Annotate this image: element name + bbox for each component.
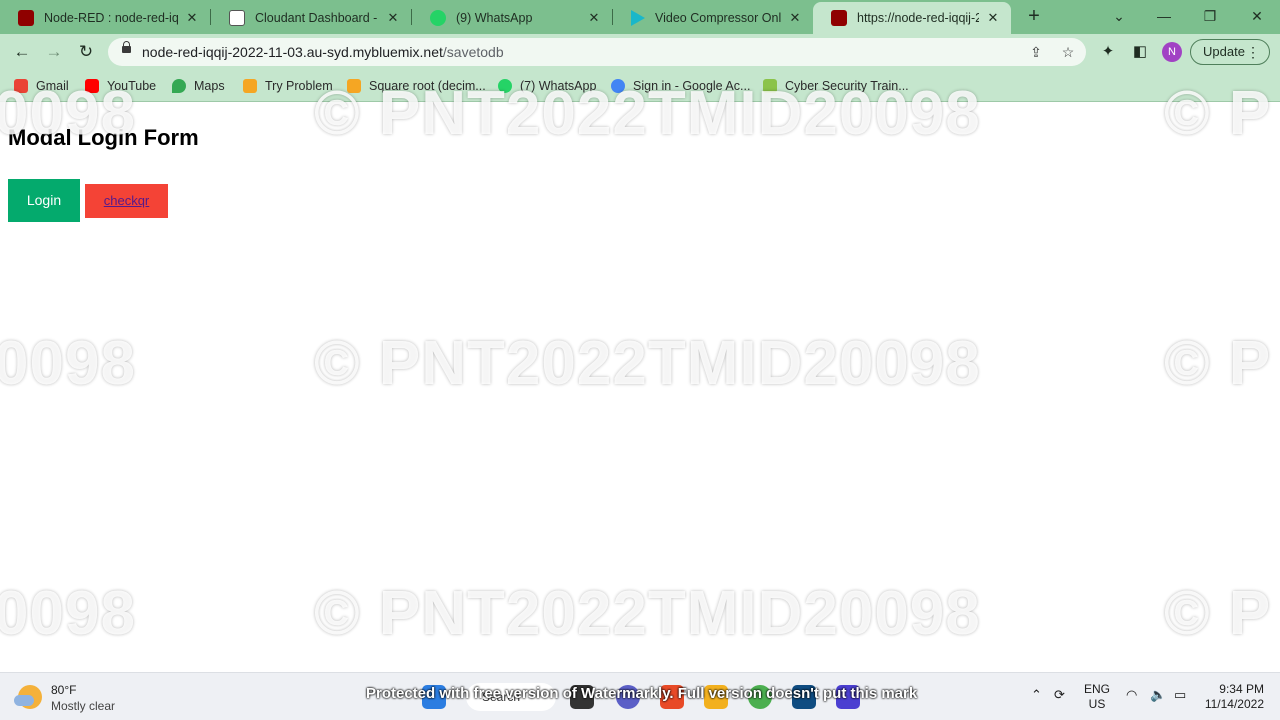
language-indicator[interactable]: ENG US: [1084, 682, 1110, 712]
tab-strip: Node-RED : node-red-iqq ✕ Cloudant Dashb…: [0, 0, 1280, 34]
volume-icon[interactable]: 🔈: [1150, 687, 1166, 703]
wifi-icon[interactable]: ◠: [1126, 687, 1137, 703]
url-path: /savetodb: [442, 44, 504, 60]
play-icon: [631, 10, 645, 26]
close-icon[interactable]: ✕: [787, 10, 803, 26]
watermark: © PNT2022TMID20098: [314, 79, 981, 148]
clock-date: 11/14/2022: [1204, 697, 1264, 711]
watermark-fragment: © P: [1164, 79, 1272, 148]
restore-button[interactable]: ❐: [1198, 5, 1222, 29]
bookmark-star-icon[interactable]: ☆: [1057, 41, 1079, 63]
forward-button[interactable]: →: [42, 40, 66, 64]
watermark: © PNT2022TMID20098: [314, 329, 981, 398]
chevron-up-icon[interactable]: ⌃: [1031, 687, 1042, 703]
clock[interactable]: 9:34 PM 11/14/2022: [1200, 682, 1264, 712]
watermark-fragment: © P: [1164, 579, 1272, 648]
bookmark-maps[interactable]: Maps: [172, 77, 225, 95]
minimize-button[interactable]: —: [1152, 5, 1176, 29]
browser-toolbar: ← → ↻ node-red-iqqij-2022-11-03.au-syd.m…: [0, 34, 1280, 70]
tab-title: Video Compressor Online: [655, 11, 781, 25]
url-host: node-red-iqqij-2022-11-03.au-syd.mybluem…: [142, 44, 443, 60]
maps-icon: [172, 79, 186, 93]
watermark: © PNT2022TMID20098: [314, 579, 981, 648]
weather-condition[interactable]: Mostly clear: [51, 699, 115, 713]
menu-icon: ⋮: [1246, 44, 1260, 60]
whatsapp-icon: [430, 10, 446, 26]
lock-icon[interactable]: [122, 41, 131, 53]
avatar[interactable]: N: [1162, 42, 1182, 62]
watermark-fragment: 0098: [0, 329, 136, 398]
tab-title: Node-RED : node-red-iqq: [44, 11, 178, 25]
watermark-fragment: 0098: [0, 579, 136, 648]
reload-button[interactable]: ↻: [74, 40, 98, 64]
tab-whatsapp[interactable]: (9) WhatsApp ✕: [412, 2, 612, 34]
tab-active-node-red[interactable]: https://node-red-iqqij-20 ✕: [813, 2, 1011, 34]
close-icon[interactable]: ✕: [985, 10, 1001, 26]
node-red-icon: [831, 10, 847, 26]
checkqr-link[interactable]: checkqr: [104, 193, 150, 208]
new-tab-button[interactable]: +: [1022, 5, 1046, 29]
close-icon[interactable]: ✕: [586, 10, 602, 26]
tab-title: Cloudant Dashboard - da: [255, 11, 379, 25]
cloudant-icon: [229, 10, 245, 26]
side-panel-icon[interactable]: ◧: [1128, 40, 1152, 64]
watermark-fragment: 0098: [0, 79, 136, 148]
watermark-fragment: © P: [1164, 329, 1272, 398]
extensions-icon[interactable]: ✦: [1096, 40, 1120, 64]
node-red-icon: [18, 10, 34, 26]
checkqr-button: checkqr: [85, 184, 168, 218]
bookmark-label: Maps: [194, 79, 225, 93]
url-text[interactable]: node-red-iqqij-2022-11-03.au-syd.mybluem…: [142, 44, 504, 60]
login-button[interactable]: Login: [8, 179, 80, 222]
share-icon[interactable]: ⇪: [1025, 41, 1047, 63]
language-code: ENG: [1084, 682, 1111, 696]
address-bar[interactable]: node-red-iqqij-2022-11-03.au-syd.mybluem…: [108, 38, 1086, 66]
weather-icon[interactable]: [14, 685, 42, 709]
update-label: Update: [1203, 44, 1245, 59]
battery-icon[interactable]: ▭: [1174, 687, 1186, 703]
sync-icon[interactable]: ⟳: [1054, 687, 1065, 703]
tab-video-compressor[interactable]: Video Compressor Online ✕: [613, 2, 813, 34]
tab-title: https://node-red-iqqij-20: [857, 11, 979, 25]
close-icon[interactable]: ✕: [184, 10, 200, 26]
clock-time: 9:34 PM: [1219, 682, 1264, 696]
update-button[interactable]: Update ⋮: [1190, 39, 1270, 65]
tab-title: (9) WhatsApp: [456, 11, 533, 25]
tab-node-red[interactable]: Node-RED : node-red-iqq ✕: [0, 2, 210, 34]
taskbar: 80°F Mostly clear Search Protected with …: [0, 672, 1280, 720]
weather-temperature[interactable]: 80°F: [51, 683, 76, 697]
back-button[interactable]: ←: [10, 40, 34, 64]
close-icon[interactable]: ✕: [385, 10, 401, 26]
codingame-icon: [243, 79, 257, 93]
close-window-button[interactable]: ✕: [1245, 5, 1269, 29]
tab-cloudant[interactable]: Cloudant Dashboard - da ✕: [211, 2, 411, 34]
watermark-notice: Protected with free version of Watermark…: [366, 685, 918, 702]
tab-search-button[interactable]: ⌄: [1107, 5, 1131, 29]
region-code: US: [1088, 697, 1106, 711]
